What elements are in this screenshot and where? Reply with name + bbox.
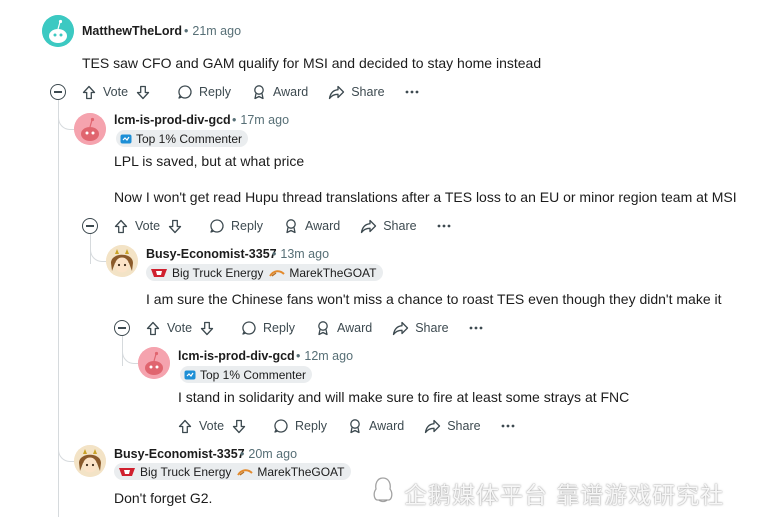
vote-control: Vote bbox=[146, 321, 221, 336]
comment-author[interactable]: lcm-is-prod-div-gcd bbox=[178, 349, 295, 363]
reply-button[interactable]: Reply bbox=[209, 218, 263, 234]
upvote-icon[interactable] bbox=[82, 85, 96, 100]
downvote-icon[interactable] bbox=[168, 219, 182, 234]
award-button[interactable]: Award bbox=[283, 218, 340, 234]
reply-bubble-icon bbox=[178, 85, 192, 99]
reply-bubble-icon bbox=[242, 321, 256, 335]
watermark-text: 企鹅媒体平台 靠谱游戏研究社 bbox=[404, 483, 725, 509]
more-options-icon[interactable] bbox=[405, 90, 419, 94]
commenter-badge-icon bbox=[184, 370, 196, 379]
comment-body: TES saw CFO and GAM qualify for MSI and … bbox=[82, 55, 542, 71]
snoo-avatar-icon bbox=[42, 15, 74, 47]
anime-avatar-icon bbox=[74, 445, 106, 477]
penguin-watermark-icon bbox=[373, 477, 393, 503]
share-icon bbox=[425, 419, 441, 433]
share-icon bbox=[361, 219, 377, 233]
team-logo-icon bbox=[151, 268, 167, 277]
more-options-icon[interactable] bbox=[469, 326, 483, 330]
avatar[interactable] bbox=[42, 15, 74, 47]
share-button[interactable]: Share bbox=[392, 321, 449, 336]
share-icon bbox=[329, 85, 345, 99]
reply-button[interactable]: Reply bbox=[241, 320, 295, 336]
comment-actions: Vote Reply Award Share bbox=[82, 81, 419, 103]
comment-body: I am sure the Chinese fans won't miss a … bbox=[146, 291, 722, 307]
reply-bubble-icon bbox=[274, 419, 288, 433]
comment-body: LPL is saved, but at what price bbox=[114, 153, 305, 169]
downvote-icon[interactable] bbox=[200, 321, 214, 336]
comment-timestamp: • 21m ago bbox=[184, 24, 242, 38]
award-icon bbox=[318, 321, 328, 336]
player-flair-icon bbox=[269, 269, 286, 277]
user-flair: Big Truck Energy MarekTheGOAT bbox=[146, 264, 383, 281]
user-flair: Big Truck Energy MarekTheGOAT bbox=[114, 463, 351, 480]
anime-avatar-icon bbox=[106, 245, 138, 277]
vote-control: Vote bbox=[114, 219, 189, 234]
share-icon bbox=[393, 321, 409, 335]
snoo-avatar-icon bbox=[138, 347, 170, 379]
comment-actions: Vote Reply Award Share bbox=[178, 415, 515, 437]
comment-timestamp: • 17m ago bbox=[232, 113, 290, 127]
comment-author[interactable]: Busy-Economist-3357 bbox=[146, 247, 277, 261]
upvote-icon[interactable] bbox=[146, 321, 160, 336]
comment-actions: Vote Reply Award Share bbox=[114, 215, 451, 237]
vote-label: Vote bbox=[199, 419, 225, 433]
comment-author[interactable]: Busy-Economist-3357 bbox=[114, 447, 245, 461]
downvote-icon[interactable] bbox=[232, 419, 246, 434]
collapse-thread-button[interactable] bbox=[82, 218, 98, 234]
vote-label: Vote bbox=[103, 85, 129, 99]
commenter-badge-icon bbox=[120, 134, 132, 143]
comment-body: Don't forget G2. bbox=[114, 490, 213, 506]
user-flair: Top 1% Commenter bbox=[180, 366, 313, 383]
award-button[interactable]: Award bbox=[251, 84, 308, 100]
collapse-thread-button[interactable] bbox=[114, 320, 130, 336]
upvote-icon[interactable] bbox=[178, 419, 192, 434]
share-button[interactable]: Share bbox=[328, 85, 385, 100]
avatar[interactable] bbox=[138, 347, 170, 379]
comment-body: I stand in solidarity and will make sure… bbox=[178, 389, 630, 405]
award-icon bbox=[286, 219, 296, 234]
reply-button[interactable]: Reply bbox=[273, 418, 327, 434]
award-icon bbox=[254, 85, 264, 100]
vote-control: Vote bbox=[178, 419, 253, 434]
award-button[interactable]: Award bbox=[315, 320, 372, 336]
comment-timestamp: • 12m ago bbox=[296, 349, 354, 363]
award-icon bbox=[350, 419, 360, 434]
avatar[interactable] bbox=[74, 113, 106, 145]
comment-author[interactable]: MatthewTheLord bbox=[82, 24, 182, 38]
vote-control: Vote bbox=[82, 85, 157, 100]
avatar[interactable] bbox=[106, 245, 138, 277]
downvote-icon[interactable] bbox=[136, 85, 150, 100]
comment-actions: Vote Reply Award Share bbox=[146, 317, 483, 339]
comment-timestamp: • 13m ago bbox=[272, 247, 330, 261]
avatar[interactable] bbox=[74, 445, 106, 477]
vote-label: Vote bbox=[135, 219, 161, 233]
comment-body: Now I won't get read Hupu thread transla… bbox=[114, 189, 737, 205]
share-button[interactable]: Share bbox=[360, 219, 417, 234]
more-options-icon[interactable] bbox=[501, 424, 515, 428]
team-logo-icon bbox=[119, 467, 135, 476]
user-flair: Top 1% Commenter bbox=[116, 130, 249, 147]
vote-label: Vote bbox=[167, 321, 193, 335]
reply-button[interactable]: Reply bbox=[177, 84, 231, 100]
award-button[interactable]: Award bbox=[347, 418, 404, 434]
player-flair-icon bbox=[237, 468, 254, 476]
comment-author[interactable]: lcm-is-prod-div-gcd bbox=[114, 113, 231, 127]
more-options-icon[interactable] bbox=[437, 224, 451, 228]
upvote-icon[interactable] bbox=[114, 219, 128, 234]
snoo-avatar-icon bbox=[74, 113, 106, 145]
collapse-thread-button[interactable] bbox=[50, 84, 66, 100]
reply-bubble-icon bbox=[210, 219, 224, 233]
share-button[interactable]: Share bbox=[424, 419, 481, 434]
comment-timestamp: • 20m ago bbox=[240, 447, 298, 461]
